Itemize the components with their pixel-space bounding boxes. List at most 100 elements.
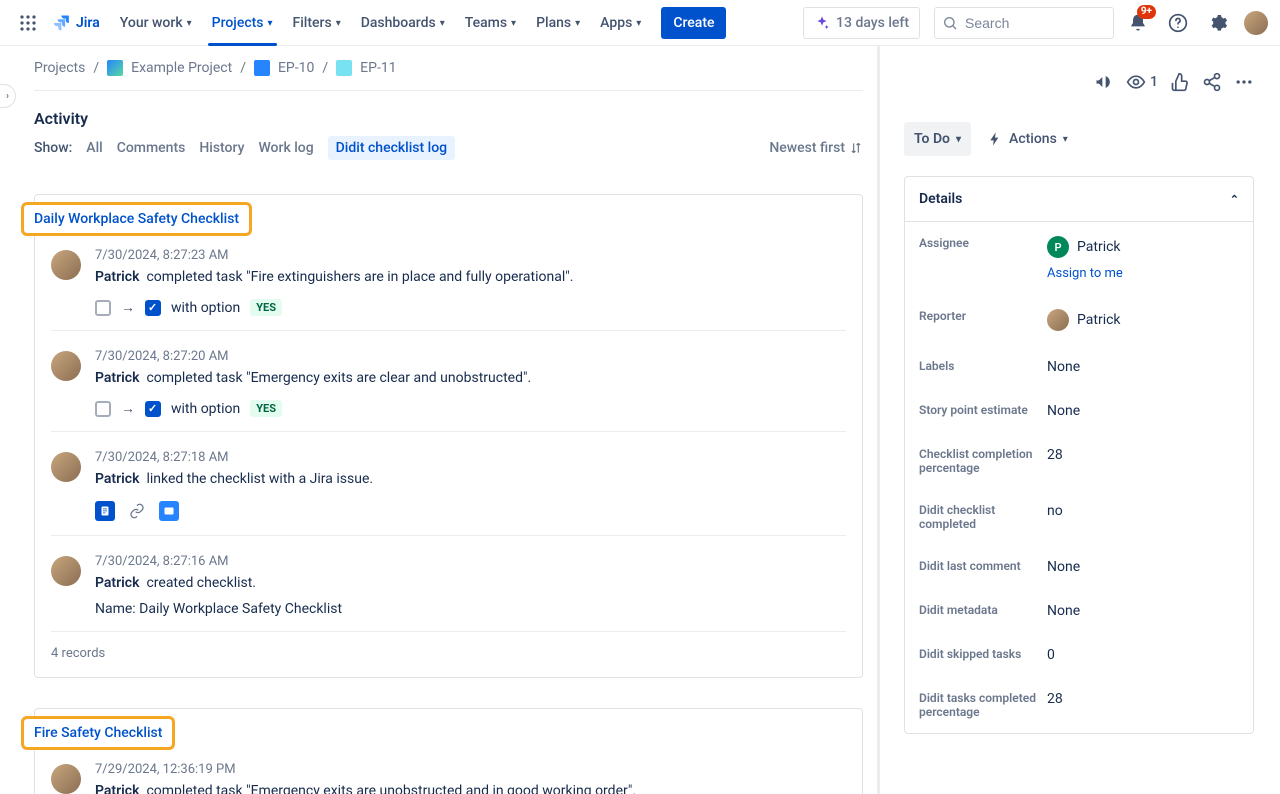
status-dropdown[interactable]: To Do ▾ <box>904 122 971 156</box>
assign-to-me-link[interactable]: Assign to me <box>1047 266 1239 281</box>
trial-days-left[interactable]: 13 days left <box>803 7 920 39</box>
user-avatar[interactable] <box>51 452 81 482</box>
main-content: Projects / Example Project / EP-10 / EP-… <box>0 46 880 794</box>
help-button[interactable] <box>1162 7 1194 39</box>
tab-didit-checklist-log[interactable]: Didit checklist log <box>328 136 455 160</box>
watch-button[interactable]: 1 <box>1126 72 1158 92</box>
notification-badge: 9+ <box>1137 5 1156 19</box>
grid-icon <box>19 14 37 32</box>
show-label: Show: <box>34 140 72 156</box>
field-labels: Labels None <box>905 345 1253 389</box>
checklist-link[interactable]: Fire Safety Checklist <box>21 716 175 750</box>
chevron-down-icon: ▾ <box>511 18 516 29</box>
nav-plans[interactable]: Plans▾ <box>528 7 588 39</box>
nav-dashboards[interactable]: Dashboards▾ <box>353 7 453 39</box>
sort-toggle[interactable]: Newest first <box>769 140 877 156</box>
create-button[interactable]: Create <box>661 7 726 39</box>
eye-icon <box>1126 72 1146 92</box>
nav-teams[interactable]: Teams▾ <box>457 7 524 39</box>
settings-button[interactable] <box>1202 7 1234 39</box>
nav-your-work[interactable]: Your work▾ <box>112 7 200 39</box>
field-didit-last-comment: Didit last comment None <box>905 545 1253 589</box>
user-avatar[interactable] <box>51 351 81 381</box>
search-box <box>934 7 1114 39</box>
log-text: Patrick created checklist. <box>95 575 846 591</box>
option-yes-badge: YES <box>250 299 282 316</box>
records-count: 4 records <box>51 631 846 661</box>
jira-issue-icon[interactable] <box>159 501 179 521</box>
nav-projects[interactable]: Projects▾ <box>204 7 281 39</box>
share-button[interactable] <box>1202 72 1222 92</box>
log-item: 7/30/2024, 8:27:18 AM Patrick linked the… <box>51 431 846 535</box>
subtask-icon <box>336 60 352 76</box>
link-icon[interactable] <box>127 501 147 521</box>
field-assignee: Assignee P Patrick Assign to me <box>905 222 1253 295</box>
checkbox-checked-icon <box>145 300 161 316</box>
chevron-right-icon: › <box>6 91 9 102</box>
issue-side-panel: 1 To Do ▾ Actions ▾ <box>880 46 1278 794</box>
log-text: Patrick completed task "Emergency exits … <box>95 370 846 386</box>
chevron-down-icon: ▾ <box>575 18 580 29</box>
jira-logo[interactable]: Jira <box>52 13 100 33</box>
gear-icon <box>1208 13 1228 33</box>
reporter-avatar <box>1047 309 1069 331</box>
doc-icon[interactable] <box>95 501 115 521</box>
activity-heading: Activity <box>34 109 877 128</box>
bolt-icon <box>987 131 1003 147</box>
log-item: 7/29/2024, 12:36:19 PM Patrick completed… <box>51 762 846 794</box>
nav-apps[interactable]: Apps▾ <box>592 7 649 39</box>
checklist-log-group: Fire Safety Checklist 7/29/2024, 12:36:1… <box>34 708 863 794</box>
profile-avatar[interactable] <box>1244 11 1268 35</box>
option-label: with option <box>171 401 240 417</box>
feedback-icon <box>1094 72 1114 92</box>
field-story-point-estimate: Story point estimate None <box>905 389 1253 433</box>
actions-dropdown[interactable]: Actions ▾ <box>981 131 1074 147</box>
field-didit-checklist-completed: Didit checklist completed no <box>905 489 1253 545</box>
nav-filters[interactable]: Filters▾ <box>285 7 349 39</box>
user-avatar[interactable] <box>51 250 81 280</box>
breadcrumb-project[interactable]: Example Project <box>131 60 232 76</box>
assignee-value[interactable]: P Patrick <box>1047 236 1239 258</box>
project-icon <box>107 60 123 76</box>
help-icon <box>1168 13 1188 33</box>
tab-all[interactable]: All <box>86 140 102 156</box>
option-label: with option <box>171 300 240 316</box>
tab-history[interactable]: History <box>199 140 244 156</box>
checklist-log-group: Daily Workplace Safety Checklist 7/30/20… <box>34 194 863 678</box>
breadcrumb-projects[interactable]: Projects <box>34 60 85 76</box>
story-point-value[interactable]: None <box>1047 403 1239 419</box>
side-toolbar: 1 <box>904 72 1254 92</box>
arrow-right-icon: → <box>121 400 135 417</box>
user-avatar[interactable] <box>51 764 81 794</box>
chevron-down-icon: ▾ <box>187 18 192 29</box>
task-icon <box>254 60 270 76</box>
checkbox-checked-icon <box>145 401 161 417</box>
tab-comments[interactable]: Comments <box>117 140 186 156</box>
chevron-up-icon: ⌃ <box>1230 193 1239 206</box>
app-switcher[interactable] <box>12 7 44 39</box>
chevron-down-icon: ▾ <box>268 18 273 29</box>
field-checklist-completion-percentage: Checklist completion percentage 28 <box>905 433 1253 489</box>
user-avatar[interactable] <box>51 556 81 586</box>
checklist-link[interactable]: Daily Workplace Safety Checklist <box>21 202 252 236</box>
chevron-down-icon: ▾ <box>440 18 445 29</box>
tab-work-log[interactable]: Work log <box>258 140 313 156</box>
log-subtext: Name: Daily Workplace Safety Checklist <box>95 601 846 617</box>
breadcrumb-issue[interactable]: EP-11 <box>360 60 396 76</box>
like-button[interactable] <box>1170 72 1190 92</box>
search-input[interactable] <box>934 7 1114 39</box>
details-toggle[interactable]: Details ⌃ <box>905 177 1253 222</box>
kebab-icon <box>1234 72 1254 92</box>
reporter-value[interactable]: Patrick <box>1047 309 1239 331</box>
share-icon <box>1202 72 1222 92</box>
notifications-button[interactable]: 9+ <box>1122 7 1154 39</box>
give-feedback-button[interactable] <box>1094 72 1114 92</box>
labels-value[interactable]: None <box>1047 359 1239 375</box>
thumbs-up-icon <box>1170 72 1190 92</box>
breadcrumb-parent-issue[interactable]: EP-10 <box>278 60 314 76</box>
more-actions-button[interactable] <box>1234 72 1254 92</box>
jira-icon <box>52 13 72 33</box>
log-item: 7/30/2024, 8:27:20 AM Patrick completed … <box>51 330 846 431</box>
checkbox-unchecked-icon <box>95 401 111 417</box>
details-card: Details ⌃ Assignee P Patrick Assign to m… <box>904 176 1254 734</box>
